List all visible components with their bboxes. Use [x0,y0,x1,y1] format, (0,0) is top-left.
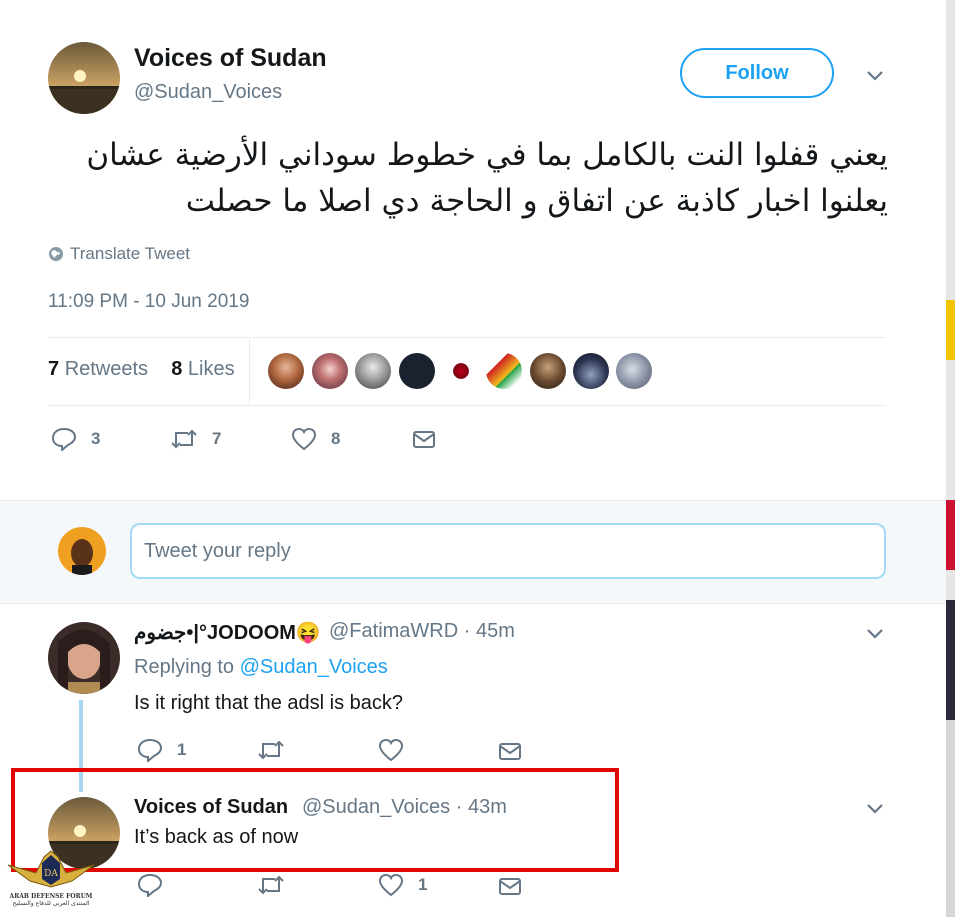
tweet-text: يعني قفلوا النت بالكامل بما في خطوط سودا… [50,132,888,224]
mail-icon [499,878,521,895]
divider [48,337,886,338]
watermark-logo: DA ARAB DEFENSE FORUM المنتدى العربي للد… [6,847,96,917]
reply-action[interactable]: 3 [51,427,100,451]
reply-action[interactable] [137,873,177,897]
likes-stat[interactable]: 8 Likes [171,358,234,380]
retweet-action[interactable] [257,873,299,897]
mail-icon [499,743,521,760]
reply-time[interactable]: · 45m [464,620,515,642]
reply-author-avatar[interactable] [48,622,120,694]
tweet-text-line-1: يعني قفلوا النت بالكامل بما في خطوط سودا… [86,137,888,173]
watermark-text: ARAB DEFENSE FORUM المنتدى العربي للدفاع… [6,893,96,907]
retweet-action[interactable]: 7 [170,427,221,451]
liker-avatar[interactable] [486,353,522,389]
chevron-down-icon[interactable] [866,800,884,818]
replying-to-prefix: Replying to [134,656,235,678]
like-action[interactable]: 8 [291,427,340,451]
watermark-logo-text: DA [44,869,58,879]
current-user-avatar[interactable] [58,527,106,575]
liker-avatar[interactable] [530,353,566,389]
like-action[interactable] [378,738,418,762]
tweet-stats: 7 Retweets 8 Likes [48,358,235,381]
retweet-icon [258,875,284,895]
like-action[interactable]: 1 [378,873,427,897]
replying-to: Replying to @Sudan_Voices [134,656,388,679]
direct-message-action[interactable] [498,740,536,762]
watermark-line-1: ARAB DEFENSE FORUM [9,893,93,900]
liker-avatar[interactable] [268,353,304,389]
reply-author-name[interactable]: جضوم•|°JODOOM😝 [134,620,321,645]
reply-meta: @FatimaWRD · 45m [329,620,515,643]
strip-gray [946,720,955,917]
liker-avatar[interactable] [616,353,652,389]
translate-label: Translate Tweet [70,244,191,263]
author-name[interactable]: Voices of Sudan [134,44,327,73]
retweet-action[interactable] [257,738,299,762]
author-avatar[interactable] [48,42,120,114]
retweet-icon [258,740,284,760]
tweet-card: Voices of Sudan @Sudan_Voices Follow يعن… [0,0,946,917]
reply-icon [137,873,163,897]
retweet-icon [171,429,197,449]
liker-avatar[interactable] [312,353,348,389]
stats-divider [249,338,250,406]
replying-to-link[interactable]: @Sudan_Voices [240,656,388,678]
heart-icon [378,873,404,897]
like-count: 8 [331,429,341,448]
chevron-down-icon[interactable] [866,625,884,643]
liker-avatar[interactable] [443,353,479,389]
strip-dark [946,600,955,720]
like-count: 1 [418,875,428,894]
liker-avatar[interactable] [573,353,609,389]
strip-red [946,500,955,570]
retweet-count: 7 [212,429,222,448]
reply-text: Is it right that the adsl is back? [134,692,404,714]
highlight-annotation-box [11,768,619,872]
globe-icon [49,247,63,261]
reply-icon [51,427,77,451]
translate-tweet-link[interactable]: Translate Tweet [48,244,190,264]
heart-icon [291,427,317,451]
reply-input[interactable]: Tweet your reply [130,523,886,579]
direct-message-action[interactable] [412,428,450,450]
reply-action[interactable]: 1 [137,738,186,762]
heart-icon [378,738,404,762]
retweets-stat[interactable]: 7 Retweets [48,358,148,380]
strip-yellow [946,300,955,360]
reply-count: 3 [91,429,101,448]
watermark-line-2: المنتدى العربي للدفاع والتسليح [12,900,90,907]
tweet-text-line-2: يعلنوا اخبار كاذبة عن اتفاق و الحاجة دي … [185,183,888,219]
follow-button[interactable]: Follow [680,48,834,98]
background-window-strip [946,0,955,917]
chevron-down-icon[interactable] [866,67,884,85]
mail-icon [413,431,435,448]
tweet-timestamp[interactable]: 11:09 PM - 10 Jun 2019 [48,291,249,313]
reply-icon [137,738,163,762]
eagle-emblem-icon: DA [7,850,95,888]
liker-avatar[interactable] [355,353,391,389]
divider [48,405,886,406]
direct-message-action[interactable] [498,875,536,897]
reply-author-handle[interactable]: @FatimaWRD [329,620,458,642]
reply-count: 1 [177,740,187,759]
liker-avatar[interactable] [399,353,435,389]
author-handle[interactable]: @Sudan_Voices [134,81,282,104]
